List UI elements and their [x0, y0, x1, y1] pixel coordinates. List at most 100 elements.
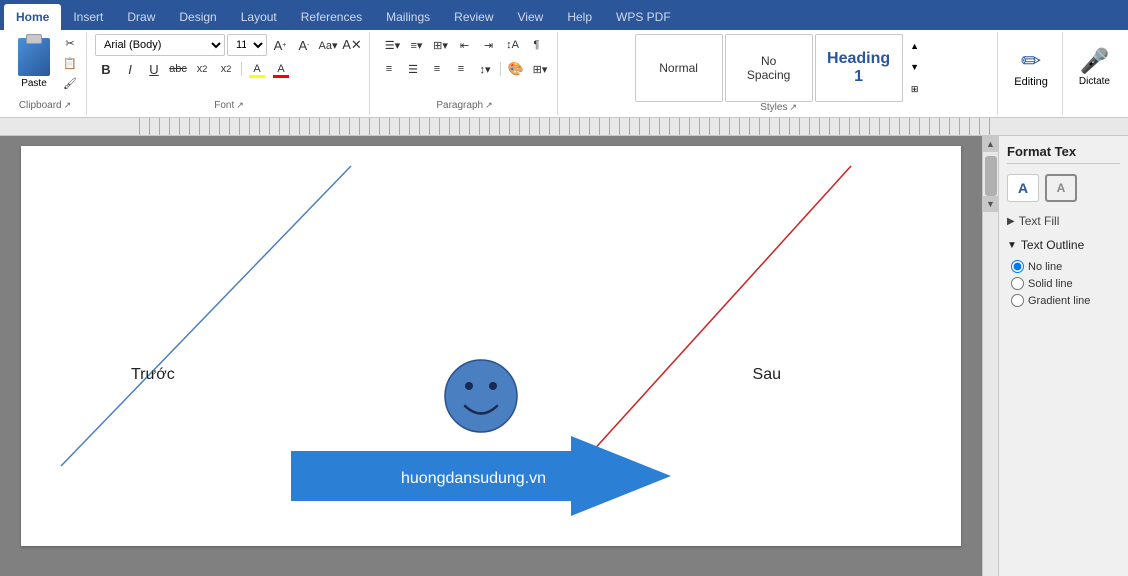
tab-view[interactable]: View: [506, 4, 556, 30]
clipboard-expand-icon[interactable]: ↗: [64, 100, 72, 111]
font-grow-button[interactable]: A+: [269, 34, 291, 56]
text-outline-section[interactable]: ▼ Text Outline: [1007, 236, 1120, 254]
style-heading1-button[interactable]: Heading 1: [815, 34, 903, 102]
tab-wpspdf[interactable]: WPS PDF: [604, 4, 683, 30]
styles-expand-icon[interactable]: ↗: [789, 102, 797, 113]
multilevel-list-button[interactable]: ⊞▾: [430, 34, 452, 56]
tab-home[interactable]: Home: [4, 4, 61, 30]
text-fill-section[interactable]: ▶ Text Fill: [1007, 212, 1120, 230]
superscript-button[interactable]: x2: [215, 58, 237, 80]
decrease-indent-button[interactable]: ⇤: [454, 34, 476, 56]
subscript-button[interactable]: x2: [191, 58, 213, 80]
show-formatting-button[interactable]: ¶: [526, 34, 548, 56]
bullet-list-button[interactable]: ☰▾: [382, 34, 404, 56]
align-left-button[interactable]: ≡: [378, 58, 400, 80]
paste-icon: [18, 38, 50, 76]
font-expand-icon[interactable]: ↗: [236, 100, 244, 111]
solid-line-radio[interactable]: [1011, 277, 1024, 290]
paragraph-expand-icon[interactable]: ↗: [485, 100, 493, 111]
scrollbar: ▲ ▼: [982, 136, 998, 576]
text-fill-icon-button[interactable]: A: [1007, 174, 1039, 202]
solid-line-option[interactable]: Solid line: [1011, 277, 1120, 290]
font-family-select[interactable]: Arial (Body): [95, 34, 225, 56]
editing-button[interactable]: ✏ Editing: [1006, 43, 1056, 92]
bold-button[interactable]: B: [95, 58, 117, 80]
paste-label: Paste: [21, 78, 47, 89]
doc-content[interactable]: Trước Sau huongdansudung.vn: [0, 136, 982, 576]
scroll-thumb[interactable]: [985, 156, 997, 196]
ruler: [0, 118, 1128, 136]
tab-review[interactable]: Review: [442, 4, 505, 30]
tab-help[interactable]: Help: [555, 4, 604, 30]
editing-icon: ✏: [1021, 47, 1041, 76]
justify-button[interactable]: ≡: [450, 58, 472, 80]
italic-button[interactable]: I: [119, 58, 141, 80]
paragraph-label: Paragraph: [436, 100, 483, 111]
dictate-label: Dictate: [1079, 76, 1110, 87]
line-spacing-button[interactable]: ↕▾: [474, 58, 496, 80]
paste-button[interactable]: Paste: [10, 34, 58, 93]
editing-label: Editing: [1014, 76, 1048, 88]
text-outline-icon-button[interactable]: A: [1045, 174, 1077, 202]
label-sau: Sau: [753, 366, 781, 384]
tab-layout[interactable]: Layout: [229, 4, 289, 30]
doc-page: Trước Sau huongdansudung.vn: [21, 146, 961, 546]
paragraph-row2: ≡ ☰ ≡ ≡ ↕▾ 🎨 ⊞▾: [378, 58, 551, 80]
no-line-option[interactable]: No line: [1011, 260, 1120, 273]
font-label: Font: [214, 100, 234, 111]
arrow-shape-svg[interactable]: huongdansudung.vn: [291, 436, 671, 516]
styles-scroll-up-button[interactable]: ▲: [907, 36, 923, 56]
scroll-up-button[interactable]: ▲: [983, 136, 999, 152]
copy-button[interactable]: 📋: [60, 54, 80, 72]
clipboard-label: Clipboard: [19, 100, 62, 111]
font-shrink-button[interactable]: A-: [293, 34, 315, 56]
font-color-button[interactable]: A: [270, 58, 292, 80]
gradient-line-label: Gradient line: [1028, 295, 1090, 307]
align-center-button[interactable]: ☰: [402, 58, 424, 80]
styles-expand-button[interactable]: ⊞: [907, 78, 923, 100]
format-icons: A A: [1007, 170, 1120, 206]
scroll-down-button[interactable]: ▼: [983, 196, 999, 212]
gradient-line-option[interactable]: Gradient line: [1011, 294, 1120, 307]
text-outline-label: Text Outline: [1021, 238, 1084, 252]
gradient-line-radio[interactable]: [1011, 294, 1024, 307]
clear-format-button[interactable]: A✕: [341, 34, 363, 56]
font-size-select[interactable]: 11: [227, 34, 267, 56]
cut-button[interactable]: ✂: [60, 34, 80, 52]
document-area: Trước Sau huongdansudung.vn ▲ ▼ Format T…: [0, 136, 1128, 576]
paragraph-row1: ☰▾ ≡▾ ⊞▾ ⇤ ⇥ ↕A ¶: [382, 34, 548, 56]
editing-group: ✏ Editing .: [1000, 32, 1063, 115]
shading-button[interactable]: 🎨: [505, 58, 527, 80]
dictate-button[interactable]: 🎤 Dictate: [1071, 43, 1118, 91]
increase-indent-button[interactable]: ⇥: [478, 34, 500, 56]
microphone-icon: 🎤: [1079, 47, 1109, 76]
no-line-radio[interactable]: [1011, 260, 1024, 273]
format-painter-button[interactable]: 🖌: [60, 74, 80, 92]
sort-button[interactable]: ↕A: [502, 34, 524, 56]
tab-references[interactable]: References: [289, 4, 374, 30]
borders-button[interactable]: ⊞▾: [529, 58, 551, 80]
canvas-area: Trước Sau huongdansudung.vn: [21, 146, 961, 546]
text-fill-label: Text Fill: [1019, 214, 1060, 228]
styles-scroll-down-button[interactable]: ▼: [907, 57, 923, 77]
style-normal-button[interactable]: Normal: [635, 34, 723, 102]
numbered-list-button[interactable]: ≡▾: [406, 34, 428, 56]
ribbon-tabs: Home Insert Draw Design Layout Reference…: [0, 0, 1128, 30]
highlight-color-button[interactable]: A: [246, 58, 268, 80]
styles-group: Normal No Spacing Heading 1 ▲ ▼ ⊞ Styles…: [560, 32, 998, 115]
text-fill-expand-arrow: ▶: [1007, 216, 1015, 227]
styles-more: ▲ ▼ ⊞: [907, 36, 923, 100]
style-no-spacing-button[interactable]: No Spacing: [725, 34, 813, 102]
change-case-button[interactable]: Aa▾: [317, 34, 339, 56]
tab-mailings[interactable]: Mailings: [374, 4, 442, 30]
strikethrough-button[interactable]: abc: [167, 58, 189, 80]
styles-label: Styles: [760, 102, 787, 113]
underline-button[interactable]: U: [143, 58, 165, 80]
align-right-button[interactable]: ≡: [426, 58, 448, 80]
paragraph-group: ☰▾ ≡▾ ⊞▾ ⇤ ⇥ ↕A ¶ ≡ ☰ ≡ ≡ ↕▾ 🎨 ⊞▾ Paragr…: [372, 32, 558, 115]
tab-design[interactable]: Design: [167, 4, 228, 30]
tab-insert[interactable]: Insert: [61, 4, 115, 30]
tab-draw[interactable]: Draw: [115, 4, 167, 30]
blue-line-svg: [51, 156, 361, 476]
no-line-label: No line: [1028, 261, 1062, 273]
